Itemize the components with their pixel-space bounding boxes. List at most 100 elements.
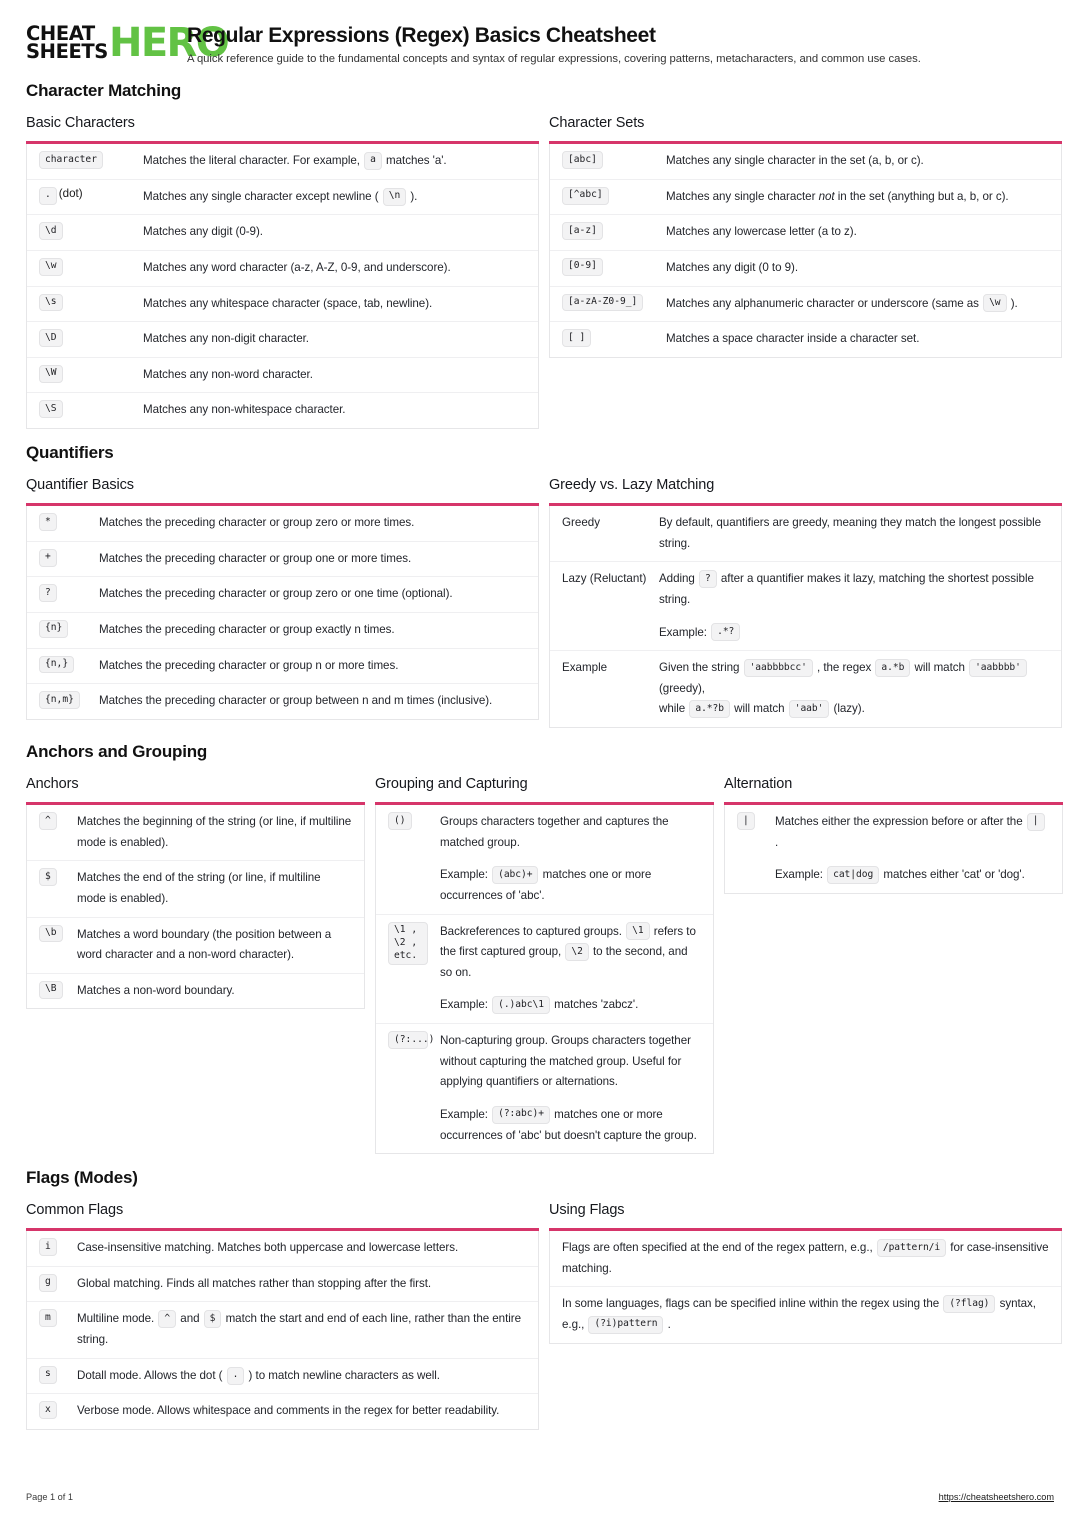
card-using-flags: Using Flags Flags are often specified at…: [549, 1202, 1062, 1344]
site-url-link[interactable]: https://cheatsheetshero.com: [939, 1492, 1054, 1502]
code-chip: x: [39, 1401, 57, 1420]
desc-text: Backreferences to captured groups.: [440, 924, 626, 938]
desc-text-post: , the regex: [813, 661, 875, 675]
code-chip: \1: [626, 922, 650, 941]
desc-cell: Matches the preceding character or group…: [99, 694, 493, 708]
code-chip: \1 , \2 , etc.: [388, 921, 428, 966]
desc-cell: Given the string 'aabbbbcc' , the regex …: [655, 651, 1061, 727]
code-chip: (?:...): [388, 1031, 434, 1049]
card-title-anchors: Anchors: [26, 776, 79, 792]
desc-cell: Backreferences to captured groups. \1 re…: [436, 915, 713, 1024]
desc-cell: Case-insensitive matching. Matches both …: [77, 1241, 459, 1255]
key-cell: \D: [27, 322, 139, 357]
code-chip: \W: [39, 364, 63, 383]
desc-cell: Non-capturing group. Groups characters t…: [436, 1024, 713, 1153]
table-row: Lazy (Reluctant) Adding ? after a quanti…: [550, 561, 1061, 650]
label-cell: Lazy (Reluctant): [562, 572, 647, 586]
desc-cell: Matches any non-word character.: [143, 367, 313, 381]
code-chip: a.*?b: [689, 700, 730, 719]
table-alternation: | Matches either the expression before o…: [724, 805, 1063, 894]
desc-cell: By default, quantifiers are greedy, mean…: [659, 516, 1042, 550]
desc-cell: Matches a word boundary (the position be…: [77, 927, 332, 962]
code-chip: ^: [158, 1310, 177, 1329]
desc-cell: Matches any digit (0-9).: [143, 225, 263, 239]
key-cell: [a-zA-Z0-9_]: [550, 287, 662, 322]
key-cell: . (dot): [27, 180, 139, 215]
desc-cell: Matches any word character (a-z, A-Z, 0-…: [143, 260, 451, 274]
key-cell: character: [27, 144, 139, 179]
key-cell: \b: [27, 918, 73, 973]
code-chip: [a-zA-Z0-9_]: [562, 293, 644, 312]
card-anchors: Anchors ^ Matches the beginning of the s…: [26, 776, 365, 1010]
example-label: Example:: [659, 625, 711, 639]
table-row: Greedy By default, quantifiers are greed…: [550, 506, 1061, 561]
card-title-greedy-vs-lazy: Greedy vs. Lazy Matching: [549, 477, 715, 493]
logo-line-2: SHEETS: [26, 39, 108, 63]
code-chip: $: [39, 868, 57, 887]
desc-cell: Groups characters together and captures …: [436, 805, 713, 914]
label-cell: Example: [562, 661, 608, 675]
desc-cell: Matches any single character except newl…: [139, 180, 538, 215]
code-chip: \B: [39, 980, 63, 999]
line2-post: (lazy).: [830, 702, 865, 716]
desc-cell: Matches any alphanumeric character or un…: [662, 287, 1061, 322]
code-chip: .: [226, 1366, 245, 1385]
page-footer: Page 1 of 1 https://cheatsheetshero.com: [26, 1492, 1054, 1502]
code-chip: ?: [39, 584, 57, 603]
page-header: CHEAT SHEETS HERO Regular Expressions (R…: [26, 22, 1054, 65]
example-post: matches either 'cat' or 'dog'.: [880, 868, 1025, 882]
key-cell: (): [376, 805, 436, 914]
code-chip: $: [203, 1310, 222, 1329]
key-cell: i: [27, 1231, 73, 1266]
key-cell: \B: [27, 974, 73, 1009]
desc-cell: In some languages, flags can be specifie…: [550, 1287, 1061, 1342]
table-row: {n} Matches the preceding character or g…: [27, 611, 538, 648]
code-chip: (): [388, 812, 412, 830]
table-row: \B Matches a non-word boundary.: [27, 972, 364, 1009]
code-chip: g: [39, 1273, 57, 1292]
section-title-anchors-grouping: Anchors and Grouping: [26, 742, 208, 761]
table-row: i Case-insensitive matching. Matches bot…: [27, 1231, 538, 1266]
key-suffix: (dot): [58, 186, 83, 200]
card-title-common-flags: Common Flags: [26, 1202, 124, 1219]
section-row-quantifiers: Quantifier Basics * Matches the precedin…: [26, 477, 1062, 728]
code-chip: {n}: [39, 619, 69, 638]
desc-text: Matches any single character: [666, 189, 819, 203]
table-basic-characters: character Matches the literal character.…: [26, 144, 539, 429]
code-chip: ?: [698, 570, 717, 589]
table-row: (?:...) Non-capturing group. Groups char…: [376, 1023, 713, 1153]
code-chip: cat|dog: [827, 866, 880, 885]
example-line: Example: (abc)+ matches one or more occu…: [440, 865, 701, 906]
desc-cell: Matches a non-word boundary.: [77, 983, 235, 997]
code-chip: character: [39, 151, 103, 169]
code-chip: .: [39, 186, 57, 205]
desc-cell: Flags are often specified at the end of …: [550, 1231, 1061, 1286]
code-chip: (.)abc\1: [492, 996, 550, 1015]
code-chip: \w: [983, 294, 1007, 313]
desc-cell: Matches the end of the string (or line, …: [77, 871, 321, 905]
table-row: [abc] Matches any single character in th…: [550, 144, 1061, 179]
table-grouping-capturing: () Groups characters together and captur…: [375, 805, 714, 1155]
desc-cell: Matches any single character in the set …: [666, 154, 924, 167]
desc-text: Dotall mode. Allows the dot (: [77, 1368, 226, 1382]
desc-cell: Matches the beginning of the string (or …: [77, 815, 352, 849]
desc-text-post: ).: [1007, 296, 1018, 310]
table-row: s Dotall mode. Allows the dot ( . ) to m…: [27, 1357, 538, 1394]
section-title-flags: Flags (Modes): [26, 1168, 138, 1188]
desc-cell: Matches either the expression before or …: [771, 805, 1062, 893]
key-cell: \s: [27, 287, 139, 322]
key-cell: [ ]: [550, 322, 662, 357]
table-row: $ Matches the end of the string (or line…: [27, 860, 364, 916]
code-chip: \w: [39, 257, 63, 276]
key-cell: (?:...): [376, 1024, 436, 1153]
table-row: \D Matches any non-digit character.: [27, 321, 538, 357]
table-row: [a-z] Matches any lowercase letter (a to…: [550, 214, 1061, 250]
code-chip: [0-9]: [562, 257, 603, 276]
code-chip: ^: [39, 812, 57, 830]
table-row: \1 , \2 , etc. Backreferences to capture…: [376, 913, 713, 1024]
code-chip: [abc]: [562, 151, 603, 169]
example-label: Example:: [775, 868, 827, 882]
table-greedy-vs-lazy: Greedy By default, quantifiers are greed…: [549, 506, 1062, 728]
table-row: \d Matches any digit (0-9).: [27, 214, 538, 250]
section-title-quantifiers: Quantifiers: [26, 443, 114, 462]
